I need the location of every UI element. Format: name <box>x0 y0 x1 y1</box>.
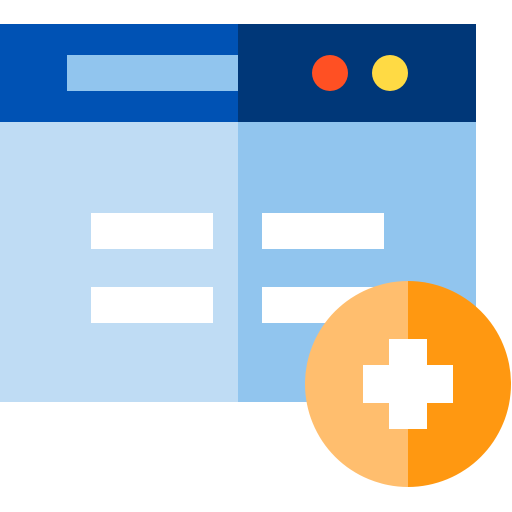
titlebar-right <box>238 24 476 122</box>
content-panel-left <box>0 122 238 402</box>
add-webpage-icon <box>0 0 512 512</box>
window-button-yellow <box>372 55 408 91</box>
text-line-3 <box>91 287 213 323</box>
text-line-2 <box>262 213 384 249</box>
address-bar <box>67 55 238 91</box>
add-webpage-illustration <box>0 24 511 487</box>
add-badge <box>305 281 511 487</box>
text-line-1 <box>91 213 213 249</box>
window-button-red <box>312 55 348 91</box>
